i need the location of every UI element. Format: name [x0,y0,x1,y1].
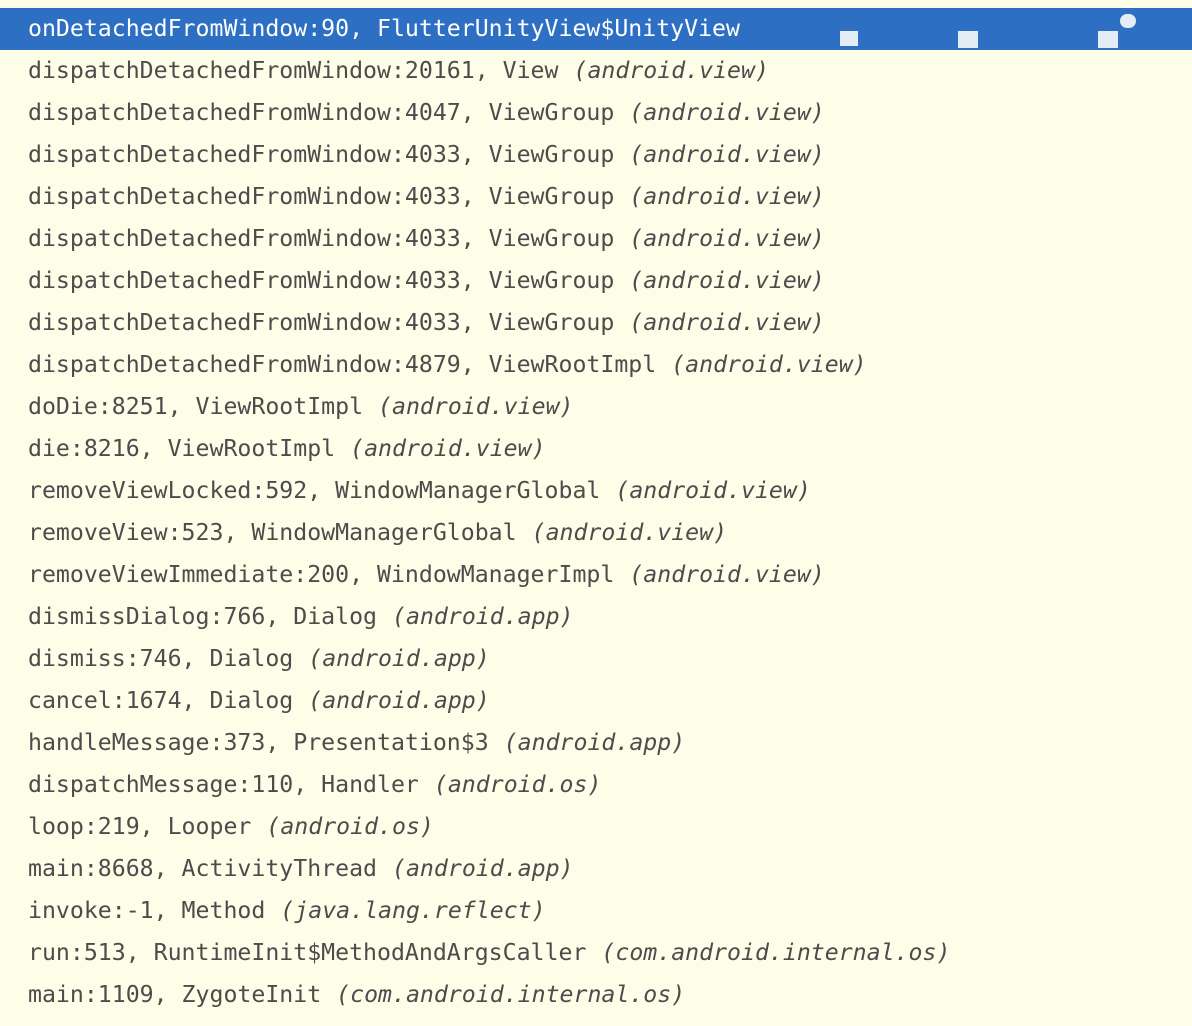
stack-frame-row[interactable]: main:1109, ZygoteInit (com.android.intern… [0,974,1192,1016]
stack-frame-row[interactable]: loop:219, Looper (android.os) [0,806,1192,848]
stack-frame-row[interactable]: dispatchDetachedFromWindow:4033, ViewGro… [0,218,1192,260]
frame-package: (android.view) [615,477,811,504]
frame-method: invoke:-1, Method [28,897,266,924]
frame-package: (android.view) [629,267,825,294]
frame-method: main:1109, ZygoteInit [28,981,322,1008]
frame-method: dispatchDetachedFromWindow:4033, ViewGro… [28,309,615,336]
frame-package: (android.view) [573,57,769,84]
frame-method: dispatchDetachedFromWindow:4047, ViewGro… [28,99,615,126]
frame-method: removeViewLocked:592, WindowManagerGloba… [28,477,601,504]
frame-package: (android.view) [629,183,825,210]
frame-method: die:8216, ViewRootImpl [28,435,336,462]
frame-method: dispatchDetachedFromWindow:4879, ViewRoo… [28,351,657,378]
render-artifact [958,31,978,48]
frame-method: main:8668, ActivityThread [28,855,378,882]
stack-frame-row[interactable]: dismiss:746, Dialog (android.app) [0,638,1192,680]
stack-frame-row[interactable]: dispatchDetachedFromWindow:4033, ViewGro… [0,176,1192,218]
stack-frame-row[interactable]: dispatchDetachedFromWindow:4033, ViewGro… [0,260,1192,302]
frame-package: (android.view) [671,351,867,378]
stack-frame-row[interactable]: removeViewImmediate:200, WindowManagerIm… [0,554,1192,596]
frame-package: (android.view) [378,393,574,420]
frame-package: (android.os) [266,813,434,840]
frame-package: (android.view) [531,519,728,546]
frame-package: (android.app) [308,687,490,714]
stack-frame-row[interactable]: dispatchDetachedFromWindow:4033, ViewGro… [0,134,1192,176]
stack-frame-row[interactable]: main:8668, ActivityThread (android.app) [0,848,1192,890]
frame-method: run:513, RuntimeInit$MethodAndArgsCaller [28,939,587,966]
frame-package: (android.app) [392,603,574,630]
frame-package: (android.view) [350,435,546,462]
stack-frame-row[interactable]: dispatchDetachedFromWindow:20161, View (a… [0,50,1192,92]
stack-frame-row[interactable]: removeViewLocked:592, WindowManagerGloba… [0,470,1192,512]
frame-package: (com.android.internal.os) [601,939,951,966]
frame-method: dispatchDetachedFromWindow:4033, ViewGro… [28,183,615,210]
frame-method: dispatchDetachedFromWindow:20161, View [28,57,559,84]
frame-method: dispatchDetachedFromWindow:4033, ViewGro… [28,267,615,294]
frame-package: (com.android.internal.os) [336,981,686,1008]
frame-method: dispatchDetachedFromWindow:4033, ViewGro… [28,225,615,252]
stack-frame-row[interactable]: removeView:523, WindowManagerGlobal (andr… [0,512,1192,554]
frame-package: (android.view) [629,309,825,336]
top-strip [0,0,1192,8]
stack-frame-row[interactable]: doDie:8251, ViewRootImpl (android.view) [0,386,1192,428]
frame-method: dismissDialog:766, Dialog [28,603,378,630]
frame-method: removeView:523, WindowManagerGlobal [28,519,517,546]
render-artifact [1120,14,1136,28]
frame-method: loop:219, Looper [28,813,252,840]
stack-frame-row[interactable]: run:513, RuntimeInit$MethodAndArgsCaller… [0,932,1192,974]
stack-frame-row[interactable]: cancel:1674, Dialog (android.app) [0,680,1192,722]
frame-package: (android.view) [629,99,825,126]
frame-package: (java.lang.reflect) [280,897,546,924]
frame-package: (android.app) [503,729,686,756]
render-artifact [1098,31,1118,48]
frame-package: (android.view) [629,141,825,168]
stack-frame-row[interactable]: handleMessage:373, Presentation$3 (androi… [0,722,1192,764]
call-stack-frames-list: onDetachedFromWindow:90, FlutterUnityVie… [0,0,1192,1026]
frame-method: dismiss:746, Dialog [28,645,294,672]
frame-method: doDie:8251, ViewRootImpl [28,393,364,420]
frame-method: dispatchMessage:110, Handler [28,771,419,798]
stack-frame-row[interactable]: dispatchMessage:110, Handler (android.os) [0,764,1192,806]
frame-method: dispatchDetachedFromWindow:4033, ViewGro… [28,141,615,168]
stack-frame-row[interactable]: onDetachedFromWindow:90, FlutterUnityVie… [0,8,1192,50]
frame-method: removeViewImmediate:200, WindowManagerIm… [28,561,615,588]
stack-frame-row[interactable]: die:8216, ViewRootImpl (android.view) [0,428,1192,470]
frame-package: (android.view) [629,561,825,588]
stack-frame-row[interactable]: dispatchDetachedFromWindow:4879, ViewRoo… [0,344,1192,386]
frame-package: (android.app) [392,855,574,882]
frame-package: (android.view) [629,225,825,252]
frame-package: (android.app) [308,645,490,672]
frame-method: onDetachedFromWindow:90, FlutterUnityVie… [28,15,740,42]
stack-frame-row[interactable]: dispatchDetachedFromWindow:4047, ViewGro… [0,92,1192,134]
frame-method: handleMessage:373, Presentation$3 [28,729,489,756]
stack-frame-row[interactable]: dispatchDetachedFromWindow:4033, ViewGro… [0,302,1192,344]
stack-frame-row[interactable]: invoke:-1, Method (java.lang.reflect) [0,890,1192,932]
stack-frame-row[interactable]: dismissDialog:766, Dialog (android.app) [0,596,1192,638]
render-artifact [840,31,858,46]
frame-method: cancel:1674, Dialog [28,687,294,714]
frame-package: (android.os) [433,771,602,798]
